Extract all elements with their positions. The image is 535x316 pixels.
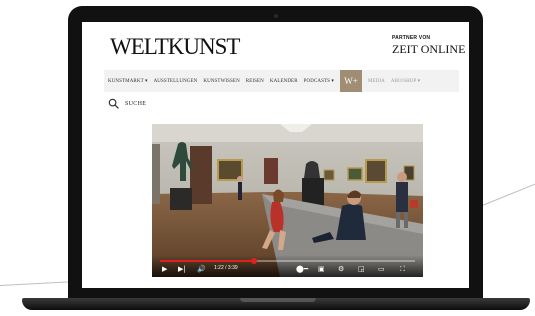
miniplayer-icon[interactable]: ◲ — [358, 265, 365, 273]
subtitles-icon[interactable]: ▣ — [318, 265, 325, 273]
laptop-screen: WELTKUNST PARTNER VON ZEIT ONLINE KUNSTM… — [82, 22, 469, 288]
volume-icon[interactable]: 🔊 — [197, 265, 206, 273]
next-icon[interactable]: ▶| — [178, 265, 186, 273]
fullscreen-icon[interactable]: ⛶ — [400, 265, 405, 273]
search-icon[interactable] — [108, 98, 119, 109]
webcam — [274, 14, 278, 18]
autoplay-toggle-icon[interactable]: ⬤━ — [296, 265, 308, 273]
nav-item-abo-shop[interactable]: ABO/SHOP ▾ — [391, 78, 420, 84]
video-time: 1:22 / 3:39 — [214, 265, 238, 271]
settings-gear-icon[interactable]: ⚙ — [338, 265, 344, 273]
nav-item-kalender[interactable]: KALENDER — [270, 79, 298, 84]
play-icon[interactable]: ▶ — [162, 265, 167, 273]
partner-block[interactable]: PARTNER VON ZEIT ONLINE — [392, 35, 465, 57]
partner-brand: ZEIT ONLINE — [392, 42, 466, 56]
nav-item-reisen[interactable]: REISEN — [246, 79, 264, 84]
video-progress-handle[interactable] — [251, 258, 258, 264]
wplus-badge-button[interactable]: W+ — [339, 70, 362, 92]
video-progress-bar[interactable] — [160, 258, 415, 264]
search-bar[interactable]: SUCHE — [108, 98, 146, 109]
laptop-notch — [240, 298, 316, 302]
site-logo[interactable]: WELTKUNST — [110, 34, 240, 60]
nav-item-kunstmarkt[interactable]: KUNSTMARKT ▾ — [108, 78, 148, 84]
theater-mode-icon[interactable]: ▭ — [378, 265, 385, 273]
partner-label: PARTNER VON — [392, 35, 431, 41]
video-controls: ▶ ▶| 🔊 1:22 / 3:39 ⬤━ ▣ ⚙ ◲ ▭ ⛶ — [152, 255, 423, 277]
search-label: SUCHE — [125, 100, 147, 107]
nav-item-kunstwissen[interactable]: KUNSTWISSEN — [203, 79, 239, 84]
video-player[interactable]: ▶ ▶| 🔊 1:22 / 3:39 ⬤━ ▣ ⚙ ◲ ▭ ⛶ — [152, 124, 423, 277]
main-navigation: KUNSTMARKT ▾ AUSSTELLUNGEN KUNSTWISSEN R… — [104, 70, 459, 92]
nav-item-media[interactable]: MEDIA — [368, 79, 385, 84]
video-progress-fill — [160, 260, 255, 262]
nav-item-ausstellungen[interactable]: AUSSTELLUNGEN — [154, 79, 198, 84]
nav-item-podcasts[interactable]: PODCASTS ▾ — [304, 78, 334, 84]
